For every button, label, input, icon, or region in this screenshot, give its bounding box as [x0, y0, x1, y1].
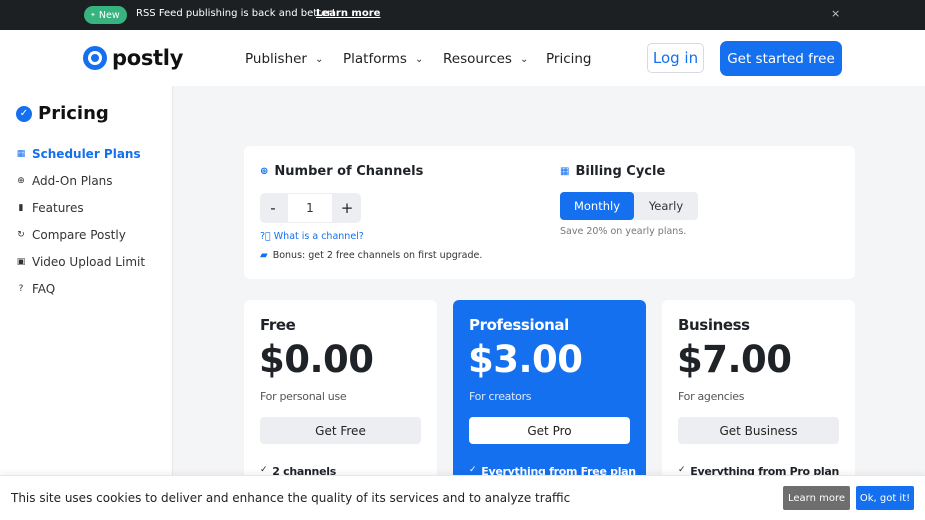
- site-header: postly Publisher ⌄ Platforms ⌄ Resources…: [0, 30, 925, 86]
- plan-price: $7.00: [677, 338, 792, 381]
- cookie-banner: This site uses cookies to deliver and en…: [0, 475, 925, 520]
- channels-heading: ⊕ Number of Channels: [260, 164, 423, 179]
- sidebar-item-label: Video Upload Limit: [32, 255, 146, 269]
- sidebar-item-add-on-plans[interactable]: ⊕ Add-On Plans: [16, 174, 113, 188]
- pricing-sidebar: ✓ Pricing ▦ Scheduler Plans ⊕ Add-On Pla…: [0, 86, 173, 520]
- gift-icon: ▰: [260, 250, 268, 261]
- channel-help-text: What is a channel?: [273, 231, 364, 242]
- bonus-note: ▰ Bonus: get 2 free channels on first up…: [260, 250, 482, 261]
- check-circle-icon: ✓: [16, 105, 32, 122]
- get-business-button[interactable]: Get Business: [678, 417, 839, 444]
- nav-publisher[interactable]: Publisher ⌄: [245, 51, 323, 67]
- chevron-down-icon: ⌄: [314, 53, 324, 65]
- bar-chart-icon: ▮: [18, 203, 24, 213]
- video-icon: ▣: [16, 257, 26, 267]
- announcement-learn-more-link[interactable]: Learn more: [316, 8, 380, 19]
- nav-platforms[interactable]: Platforms ⌄: [343, 51, 423, 67]
- bonus-text: Bonus: get 2 free channels on first upgr…: [272, 250, 483, 261]
- chevron-down-icon: ⌄: [519, 53, 529, 65]
- sidebar-item-scheduler-plans[interactable]: ▦ Scheduler Plans: [16, 147, 141, 161]
- what-is-channel-link[interactable]: ?⃝ What is a channel?: [260, 231, 364, 242]
- billing-yearly-option[interactable]: Yearly: [634, 192, 698, 220]
- channel-stepper: - 1 +: [260, 193, 361, 223]
- sidebar-item-label: Compare Postly: [32, 228, 126, 242]
- plan-name: Business: [678, 316, 750, 334]
- cookie-text: This site uses cookies to deliver and en…: [11, 491, 571, 505]
- calendar-icon: ▦: [16, 149, 26, 159]
- sidebar-title: ✓ Pricing: [16, 103, 109, 124]
- sidebar-item-compare-postly[interactable]: ↻ Compare Postly: [16, 228, 126, 242]
- nav-label: Pricing: [546, 51, 592, 67]
- sidebar-title-text: Pricing: [38, 103, 109, 124]
- sidebar-item-label: Features: [32, 201, 84, 215]
- help-icon: ?⃝: [260, 231, 271, 242]
- plus-circle-icon: ⊕: [260, 166, 269, 177]
- nav-pricing[interactable]: Pricing: [546, 51, 592, 67]
- plan-description: For creators: [469, 390, 532, 403]
- sidebar-item-label: Scheduler Plans: [32, 147, 141, 161]
- sidebar-item-faq[interactable]: ? FAQ: [16, 282, 56, 296]
- cookie-learn-more-button[interactable]: Learn more: [783, 486, 850, 510]
- announcement-bar: ✦ New RSS Feed publishing is back and be…: [0, 0, 925, 30]
- plan-name: Free: [260, 316, 296, 334]
- logo-text: postly: [112, 46, 184, 70]
- announcement-message: RSS Feed publishing is back and better!: [136, 8, 336, 19]
- new-badge-label: New: [98, 9, 120, 21]
- billing-monthly-option[interactable]: Monthly: [560, 192, 634, 220]
- nav-label: Platforms: [343, 51, 407, 67]
- login-button[interactable]: Log in: [647, 43, 704, 73]
- nav-resources[interactable]: Resources ⌄: [443, 51, 528, 67]
- plan-price: $3.00: [468, 338, 583, 381]
- get-started-button[interactable]: Get started free: [720, 41, 842, 76]
- pricing-config-card: ⊕ Number of Channels - 1 + ?⃝ What is a …: [244, 146, 855, 279]
- nav-label: Resources: [443, 51, 512, 67]
- decrement-button[interactable]: -: [260, 199, 286, 217]
- billing-cycle-toggle: Monthly Yearly: [560, 192, 698, 220]
- get-free-button[interactable]: Get Free: [260, 417, 421, 444]
- sidebar-item-label: FAQ: [32, 282, 56, 296]
- increment-button[interactable]: +: [334, 199, 360, 217]
- refresh-icon: ↻: [17, 230, 25, 240]
- plus-circle-icon: ⊕: [17, 176, 25, 186]
- sidebar-item-label: Add-On Plans: [32, 174, 113, 188]
- sidebar-item-features[interactable]: ▮ Features: [16, 201, 84, 215]
- chevron-down-icon: ⌄: [414, 53, 424, 65]
- cookie-ok-button[interactable]: Ok, got it!: [856, 486, 914, 510]
- nav-label: Publisher: [245, 51, 307, 67]
- logo[interactable]: postly: [83, 46, 183, 70]
- sparkle-icon: ✦: [90, 11, 96, 19]
- get-pro-button[interactable]: Get Pro: [469, 417, 630, 444]
- close-icon[interactable]: ×: [831, 7, 840, 20]
- channels-title: Number of Channels: [274, 164, 424, 179]
- logo-mark-icon: [83, 46, 107, 70]
- billing-heading: ▦ Billing Cycle: [560, 164, 665, 179]
- billing-title: Billing Cycle: [575, 164, 666, 179]
- question-icon: ?: [18, 284, 24, 294]
- plan-description: For agencies: [678, 390, 745, 403]
- sidebar-item-video-upload-limit[interactable]: ▣ Video Upload Limit: [16, 255, 145, 269]
- plan-price: $0.00: [259, 338, 374, 381]
- channel-count-input[interactable]: 1: [288, 194, 332, 222]
- new-badge: ✦ New: [84, 6, 127, 24]
- calendar-icon: ▦: [560, 166, 570, 177]
- save-note: Save 20% on yearly plans.: [560, 226, 687, 237]
- plan-description: For personal use: [260, 390, 347, 403]
- plan-name: Professional: [469, 316, 569, 334]
